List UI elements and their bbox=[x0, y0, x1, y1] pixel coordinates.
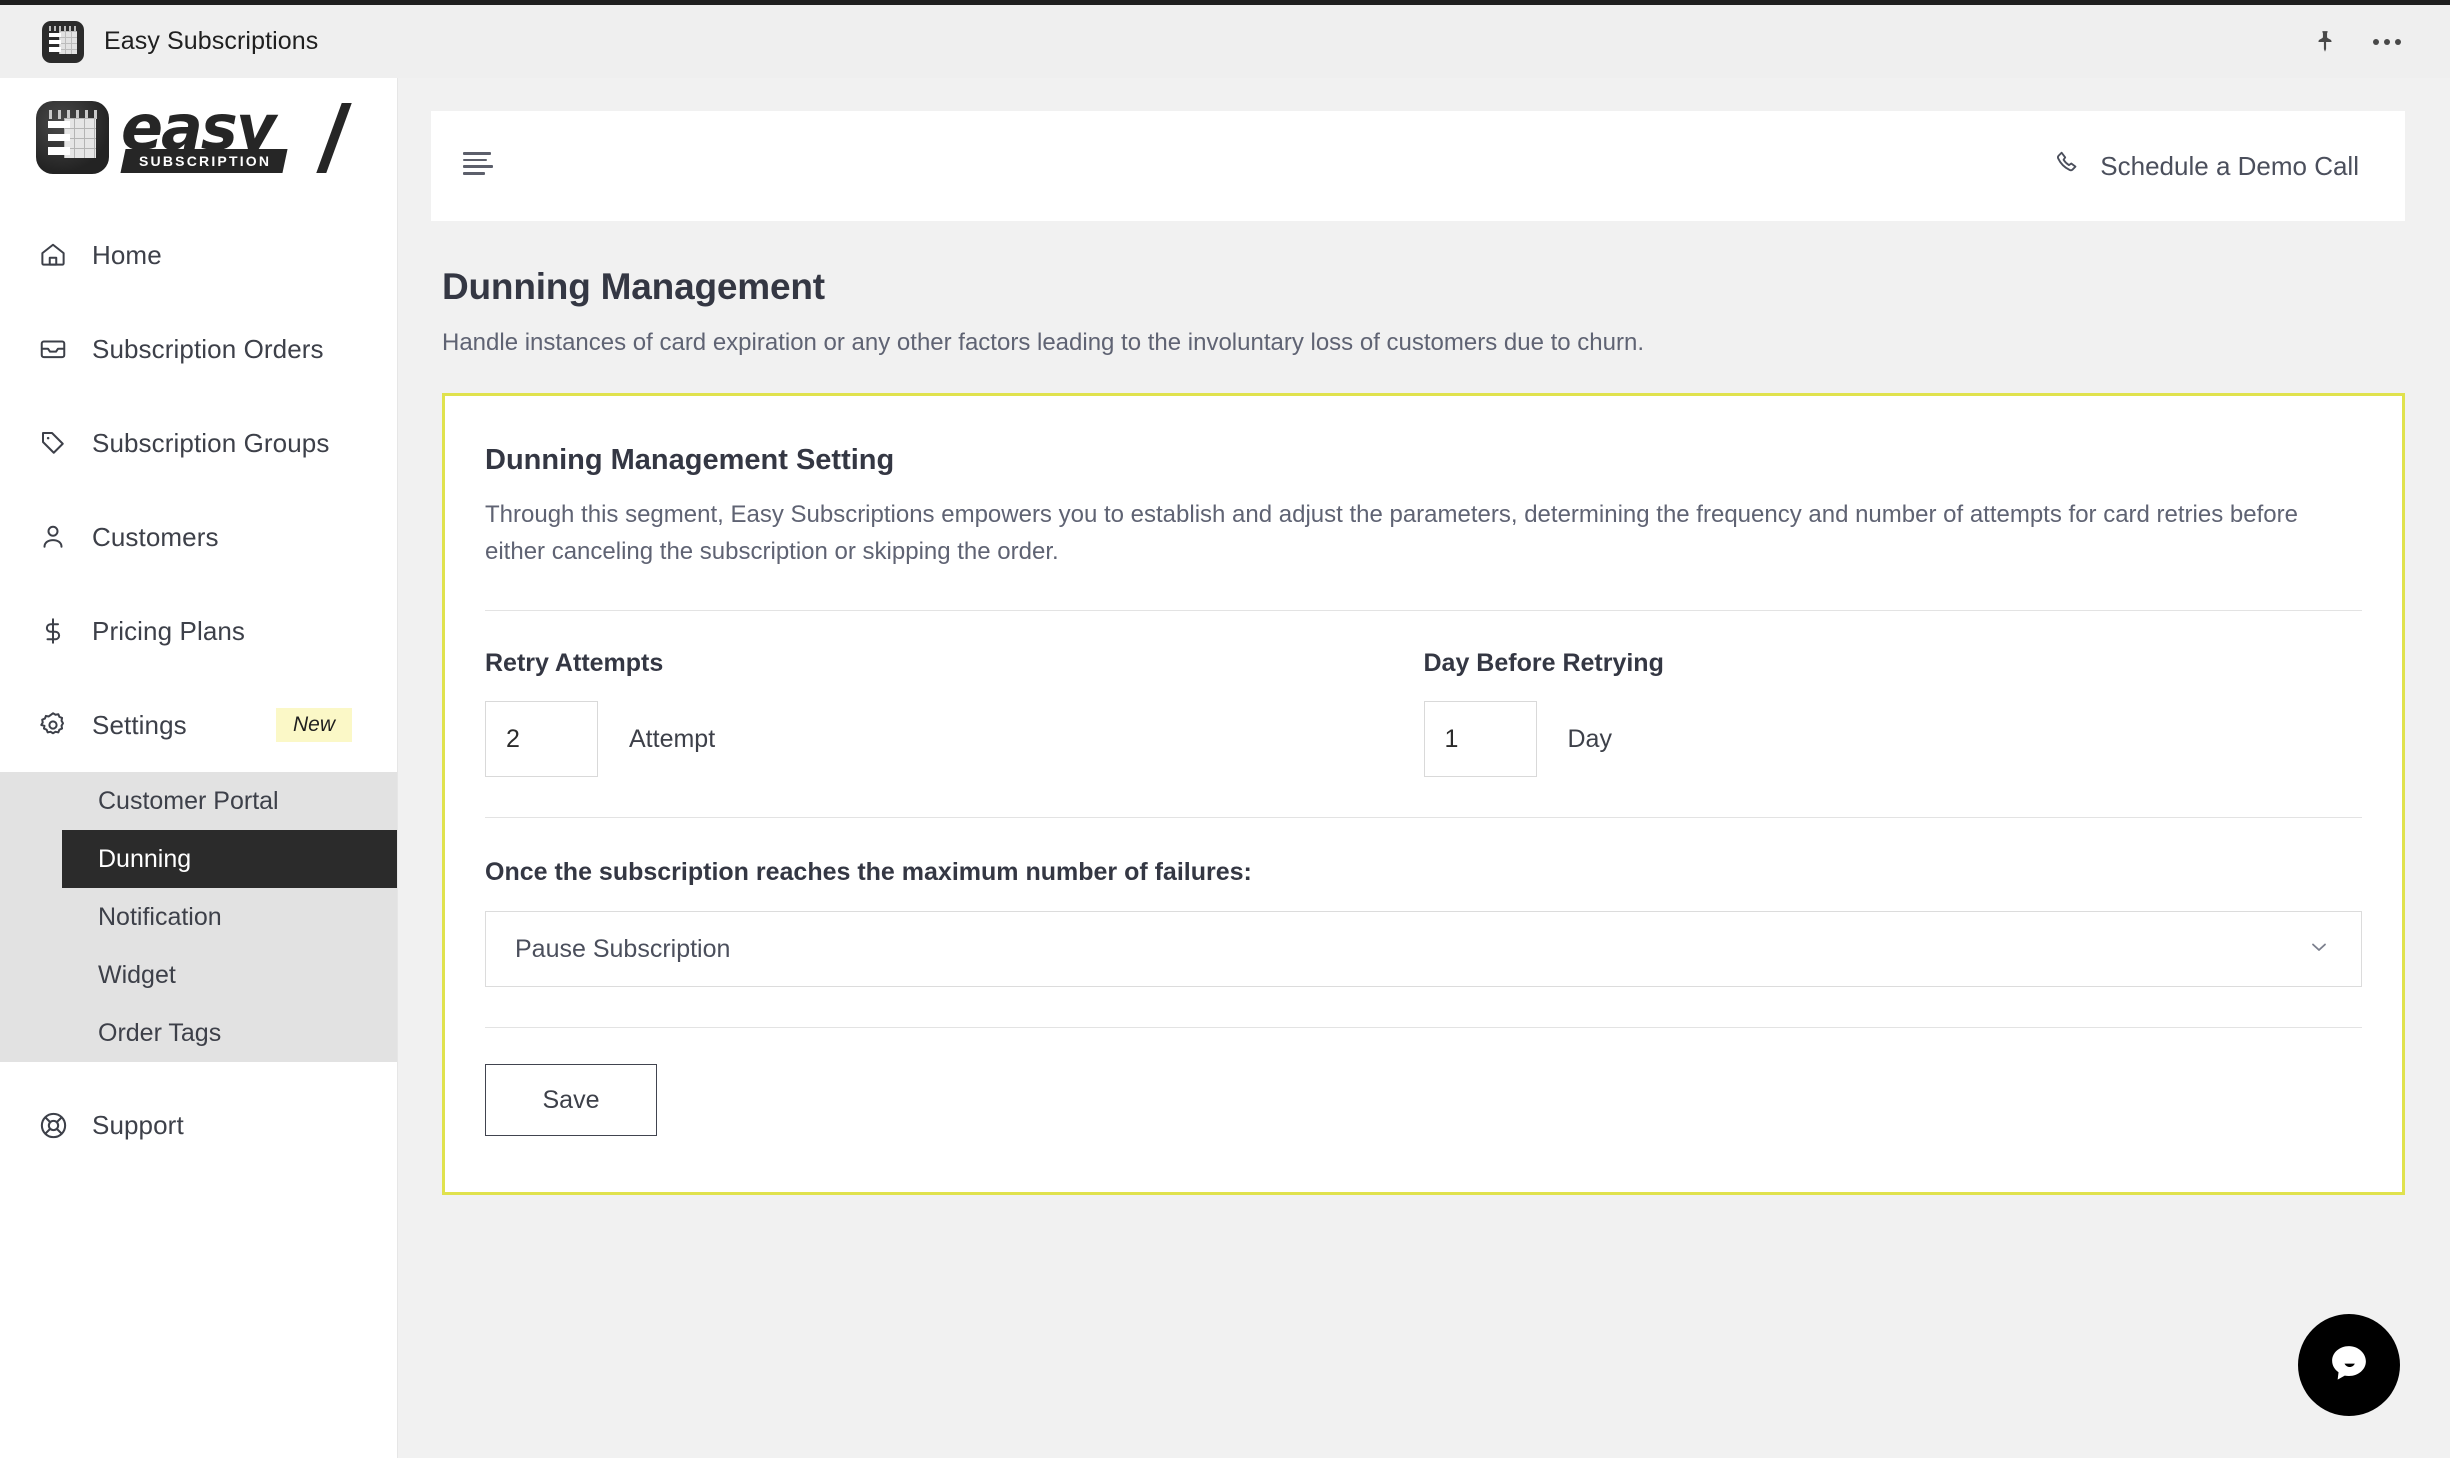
retry-attempts-input[interactable] bbox=[485, 701, 598, 778]
day-before-retrying-input[interactable] bbox=[1423, 701, 1537, 778]
schedule-demo-call-button[interactable]: Schedule a Demo Call bbox=[2054, 149, 2359, 184]
tag-icon bbox=[36, 426, 70, 460]
max-failures-selected-value: Pause Subscription bbox=[515, 934, 731, 963]
sidebar-item-label: Customers bbox=[92, 521, 219, 552]
sidebar-item-label: Subscription Groups bbox=[92, 427, 330, 458]
retry-attempts-label: Retry Attempts bbox=[485, 649, 664, 678]
sidebar-item-pricing-plans[interactable]: Pricing Plans bbox=[0, 584, 397, 678]
divider bbox=[485, 1027, 2362, 1029]
sidebar-item-label: Home bbox=[92, 239, 162, 270]
status-badge: New bbox=[275, 708, 352, 742]
gear-icon bbox=[36, 708, 70, 742]
sidebar-nav: Home Subscription Orders Subscription Gr… bbox=[0, 196, 397, 1172]
sidebar-item-home[interactable]: Home bbox=[0, 208, 397, 302]
lifebuoy-icon bbox=[36, 1108, 70, 1142]
card-description: Through this segment, Easy Subscriptions… bbox=[485, 501, 2298, 565]
pin-icon[interactable] bbox=[2312, 29, 2338, 55]
retry-attempts-unit: Attempt bbox=[629, 724, 716, 753]
day-before-retrying-field-group: Day Before Retrying Day bbox=[1423, 649, 2363, 778]
phone-icon bbox=[2054, 149, 2082, 184]
sidebar-item-dunning[interactable]: Dunning bbox=[62, 830, 397, 888]
dunning-settings-card: Dunning Management Setting Through this … bbox=[442, 393, 2405, 1196]
logo-subtext: SUBSCRIPTION bbox=[120, 149, 288, 173]
window-titlebar: Easy Subscriptions bbox=[0, 0, 2450, 78]
home-icon bbox=[36, 238, 70, 272]
divider bbox=[485, 817, 2362, 819]
dollar-icon bbox=[36, 614, 70, 648]
app-logo[interactable]: easy SUBSCRIPTION bbox=[0, 78, 397, 196]
main-content: Schedule a Demo Call Dunning Management … bbox=[398, 78, 2450, 1458]
chat-bubble-icon bbox=[2322, 1336, 2376, 1395]
submenu-item-label: Dunning bbox=[98, 844, 192, 873]
calendar-app-icon bbox=[42, 20, 84, 63]
sidebar-item-order-tags[interactable]: Order Tags bbox=[0, 1004, 397, 1062]
logo-calendar-icon bbox=[36, 100, 109, 174]
more-horizontal-icon[interactable] bbox=[2372, 37, 2402, 47]
sidebar: easy SUBSCRIPTION Home Subscription Orde… bbox=[0, 78, 398, 1458]
schedule-demo-call-label: Schedule a Demo Call bbox=[2100, 150, 2359, 181]
sidebar-item-subscription-groups[interactable]: Subscription Groups bbox=[0, 396, 397, 490]
settings-fields-row: Retry Attempts Attempt Day Before Retryi… bbox=[485, 649, 2363, 778]
page-title: Dunning Management bbox=[442, 266, 825, 307]
submenu-item-label: Customer Portal bbox=[98, 786, 279, 815]
submenu-item-label: Notification bbox=[98, 902, 222, 931]
logo-slash bbox=[316, 103, 352, 173]
page-subtitle: Handle instances of card expiration or a… bbox=[442, 329, 1644, 356]
submenu-item-label: Widget bbox=[98, 960, 176, 989]
inbox-icon bbox=[36, 332, 70, 366]
save-button[interactable]: Save bbox=[485, 1064, 657, 1137]
person-icon bbox=[36, 520, 70, 554]
sidebar-item-label: Settings bbox=[92, 709, 187, 740]
content-header-bar: Schedule a Demo Call bbox=[431, 111, 2405, 221]
sidebar-item-label: Pricing Plans bbox=[92, 615, 246, 646]
chevron-down-icon bbox=[2307, 935, 2331, 964]
max-failures-label: Once the subscription reaches the maximu… bbox=[485, 858, 1252, 887]
submenu-item-label: Order Tags bbox=[98, 1018, 222, 1047]
sidebar-item-label: Subscription Orders bbox=[92, 333, 324, 364]
app-title: Easy Subscriptions bbox=[104, 27, 319, 55]
sidebar-item-settings[interactable]: Settings New bbox=[0, 678, 397, 772]
max-failures-select[interactable]: Pause Subscription bbox=[485, 911, 2362, 988]
sidebar-item-notification[interactable]: Notification bbox=[0, 888, 397, 946]
card-title: Dunning Management Setting bbox=[485, 444, 895, 476]
settings-submenu: Customer Portal Dunning Notification Wid… bbox=[0, 772, 397, 1062]
sidebar-item-widget[interactable]: Widget bbox=[0, 946, 397, 1004]
sidebar-item-subscription-orders[interactable]: Subscription Orders bbox=[0, 302, 397, 396]
chat-widget-button[interactable] bbox=[2298, 1314, 2400, 1416]
divider bbox=[485, 610, 2362, 612]
retry-attempts-field-group: Retry Attempts Attempt bbox=[485, 649, 1424, 778]
day-before-retrying-label: Day Before Retrying bbox=[1423, 649, 1664, 678]
day-before-retrying-unit: Day bbox=[1567, 724, 1612, 753]
sidebar-item-customer-portal[interactable]: Customer Portal bbox=[0, 772, 397, 830]
sidebar-item-support[interactable]: Support bbox=[0, 1078, 397, 1172]
sidebar-item-label: Support bbox=[92, 1109, 184, 1140]
hamburger-menu-icon[interactable] bbox=[463, 152, 497, 180]
sidebar-item-customers[interactable]: Customers bbox=[0, 490, 397, 584]
